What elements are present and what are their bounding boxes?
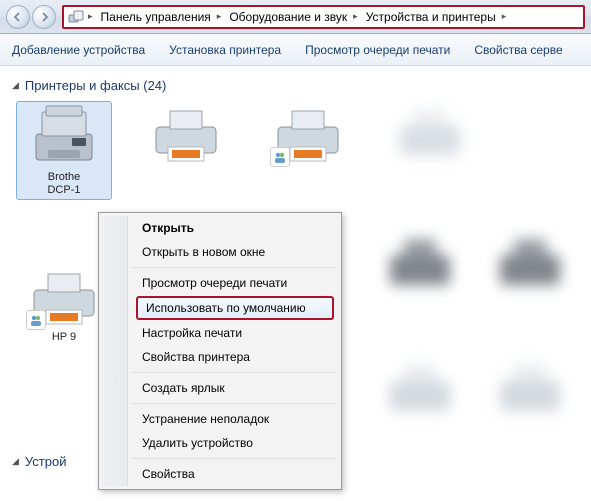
section-title: Принтеры и факсы (24) [25, 78, 166, 93]
menu-item-remove-device[interactable]: Удалить устройство [132, 431, 338, 455]
chevron-right-icon: ▸ [215, 11, 224, 22]
install-printer-button[interactable]: Установка принтера [169, 43, 281, 57]
command-toolbar: Добавление устройства Установка принтера… [0, 34, 591, 66]
device-item[interactable] [482, 231, 578, 295]
device-label: HP 9 [52, 331, 76, 344]
section-title: Устрой [25, 454, 67, 469]
address-bar[interactable]: ▸ Панель управления▸ Оборудование и звук… [62, 5, 585, 29]
server-properties-button[interactable]: Свойства серве [474, 43, 562, 57]
breadcrumb-label: Панель управления [97, 10, 215, 24]
device-item[interactable] [372, 231, 468, 295]
context-menu-gutter [102, 216, 128, 486]
device-item[interactable] [482, 357, 578, 421]
chevron-right-icon: ▸ [351, 11, 360, 22]
printer-icon [494, 357, 566, 421]
navigation-bar: ▸ Панель управления▸ Оборудование и звук… [0, 0, 591, 34]
menu-item-open[interactable]: Открыть [132, 216, 338, 240]
nav-arrows [6, 5, 56, 29]
device-item-brother[interactable]: Brothe DCP-1 [16, 101, 112, 200]
menu-separator [132, 403, 336, 404]
breadcrumb-label: Оборудование и звук [225, 10, 351, 24]
device-item[interactable] [260, 101, 356, 200]
breadcrumb-label: Устройства и принтеры [362, 10, 500, 24]
devices-icon [68, 9, 84, 25]
section-header-devices[interactable]: ◢ Устрой [12, 454, 67, 469]
add-device-button[interactable]: Добавление устройства [12, 43, 145, 57]
collapse-icon: ◢ [12, 80, 19, 91]
printer-icon [272, 101, 344, 165]
printer-icon [394, 101, 466, 165]
printer-icon [384, 357, 456, 421]
menu-item-print-settings[interactable]: Настройка печати [132, 321, 338, 345]
shared-badge-icon [26, 310, 46, 330]
menu-separator [132, 372, 336, 373]
breadcrumb-devices-printers[interactable]: Устройства и принтеры▸ [362, 10, 509, 24]
device-item[interactable] [382, 101, 478, 200]
menu-item-set-default[interactable]: Использовать по умолчанию [136, 296, 334, 320]
device-item[interactable] [372, 357, 468, 421]
breadcrumb-hardware-sound[interactable]: Оборудование и звук▸ [225, 10, 359, 24]
forward-button[interactable] [32, 5, 56, 29]
menu-item-troubleshoot[interactable]: Устранение неполадок [132, 407, 338, 431]
menu-separator [132, 267, 336, 268]
printer-icon [494, 231, 566, 295]
printer-icon [150, 101, 222, 165]
printer-icon [28, 264, 100, 328]
shared-badge-icon [270, 147, 290, 167]
breadcrumb-control-panel[interactable]: Панель управления▸ [97, 10, 224, 24]
device-label: Brothe DCP-1 [47, 171, 80, 197]
chevron-right-icon: ▸ [86, 11, 95, 22]
section-header-printers[interactable]: ◢ Принтеры и факсы (24) [12, 78, 579, 93]
chevron-right-icon: ▸ [500, 11, 509, 22]
context-menu: Открыть Открыть в новом окне Просмотр оч… [98, 212, 342, 490]
collapse-icon: ◢ [12, 456, 19, 467]
menu-item-open-new-window[interactable]: Открыть в новом окне [132, 240, 338, 264]
back-button[interactable] [6, 5, 30, 29]
menu-item-view-queue[interactable]: Просмотр очереди печати [132, 271, 338, 295]
menu-item-create-shortcut[interactable]: Создать ярлык [132, 376, 338, 400]
menu-item-printer-properties[interactable]: Свойства принтера [132, 345, 338, 369]
printer-mfp-icon [28, 104, 100, 168]
printer-icon [384, 231, 456, 295]
device-item[interactable] [138, 101, 234, 200]
menu-item-properties[interactable]: Свойства [132, 462, 338, 486]
breadcrumb-root[interactable]: ▸ [86, 11, 95, 22]
view-queue-button[interactable]: Просмотр очереди печати [305, 43, 450, 57]
menu-separator [132, 458, 336, 459]
